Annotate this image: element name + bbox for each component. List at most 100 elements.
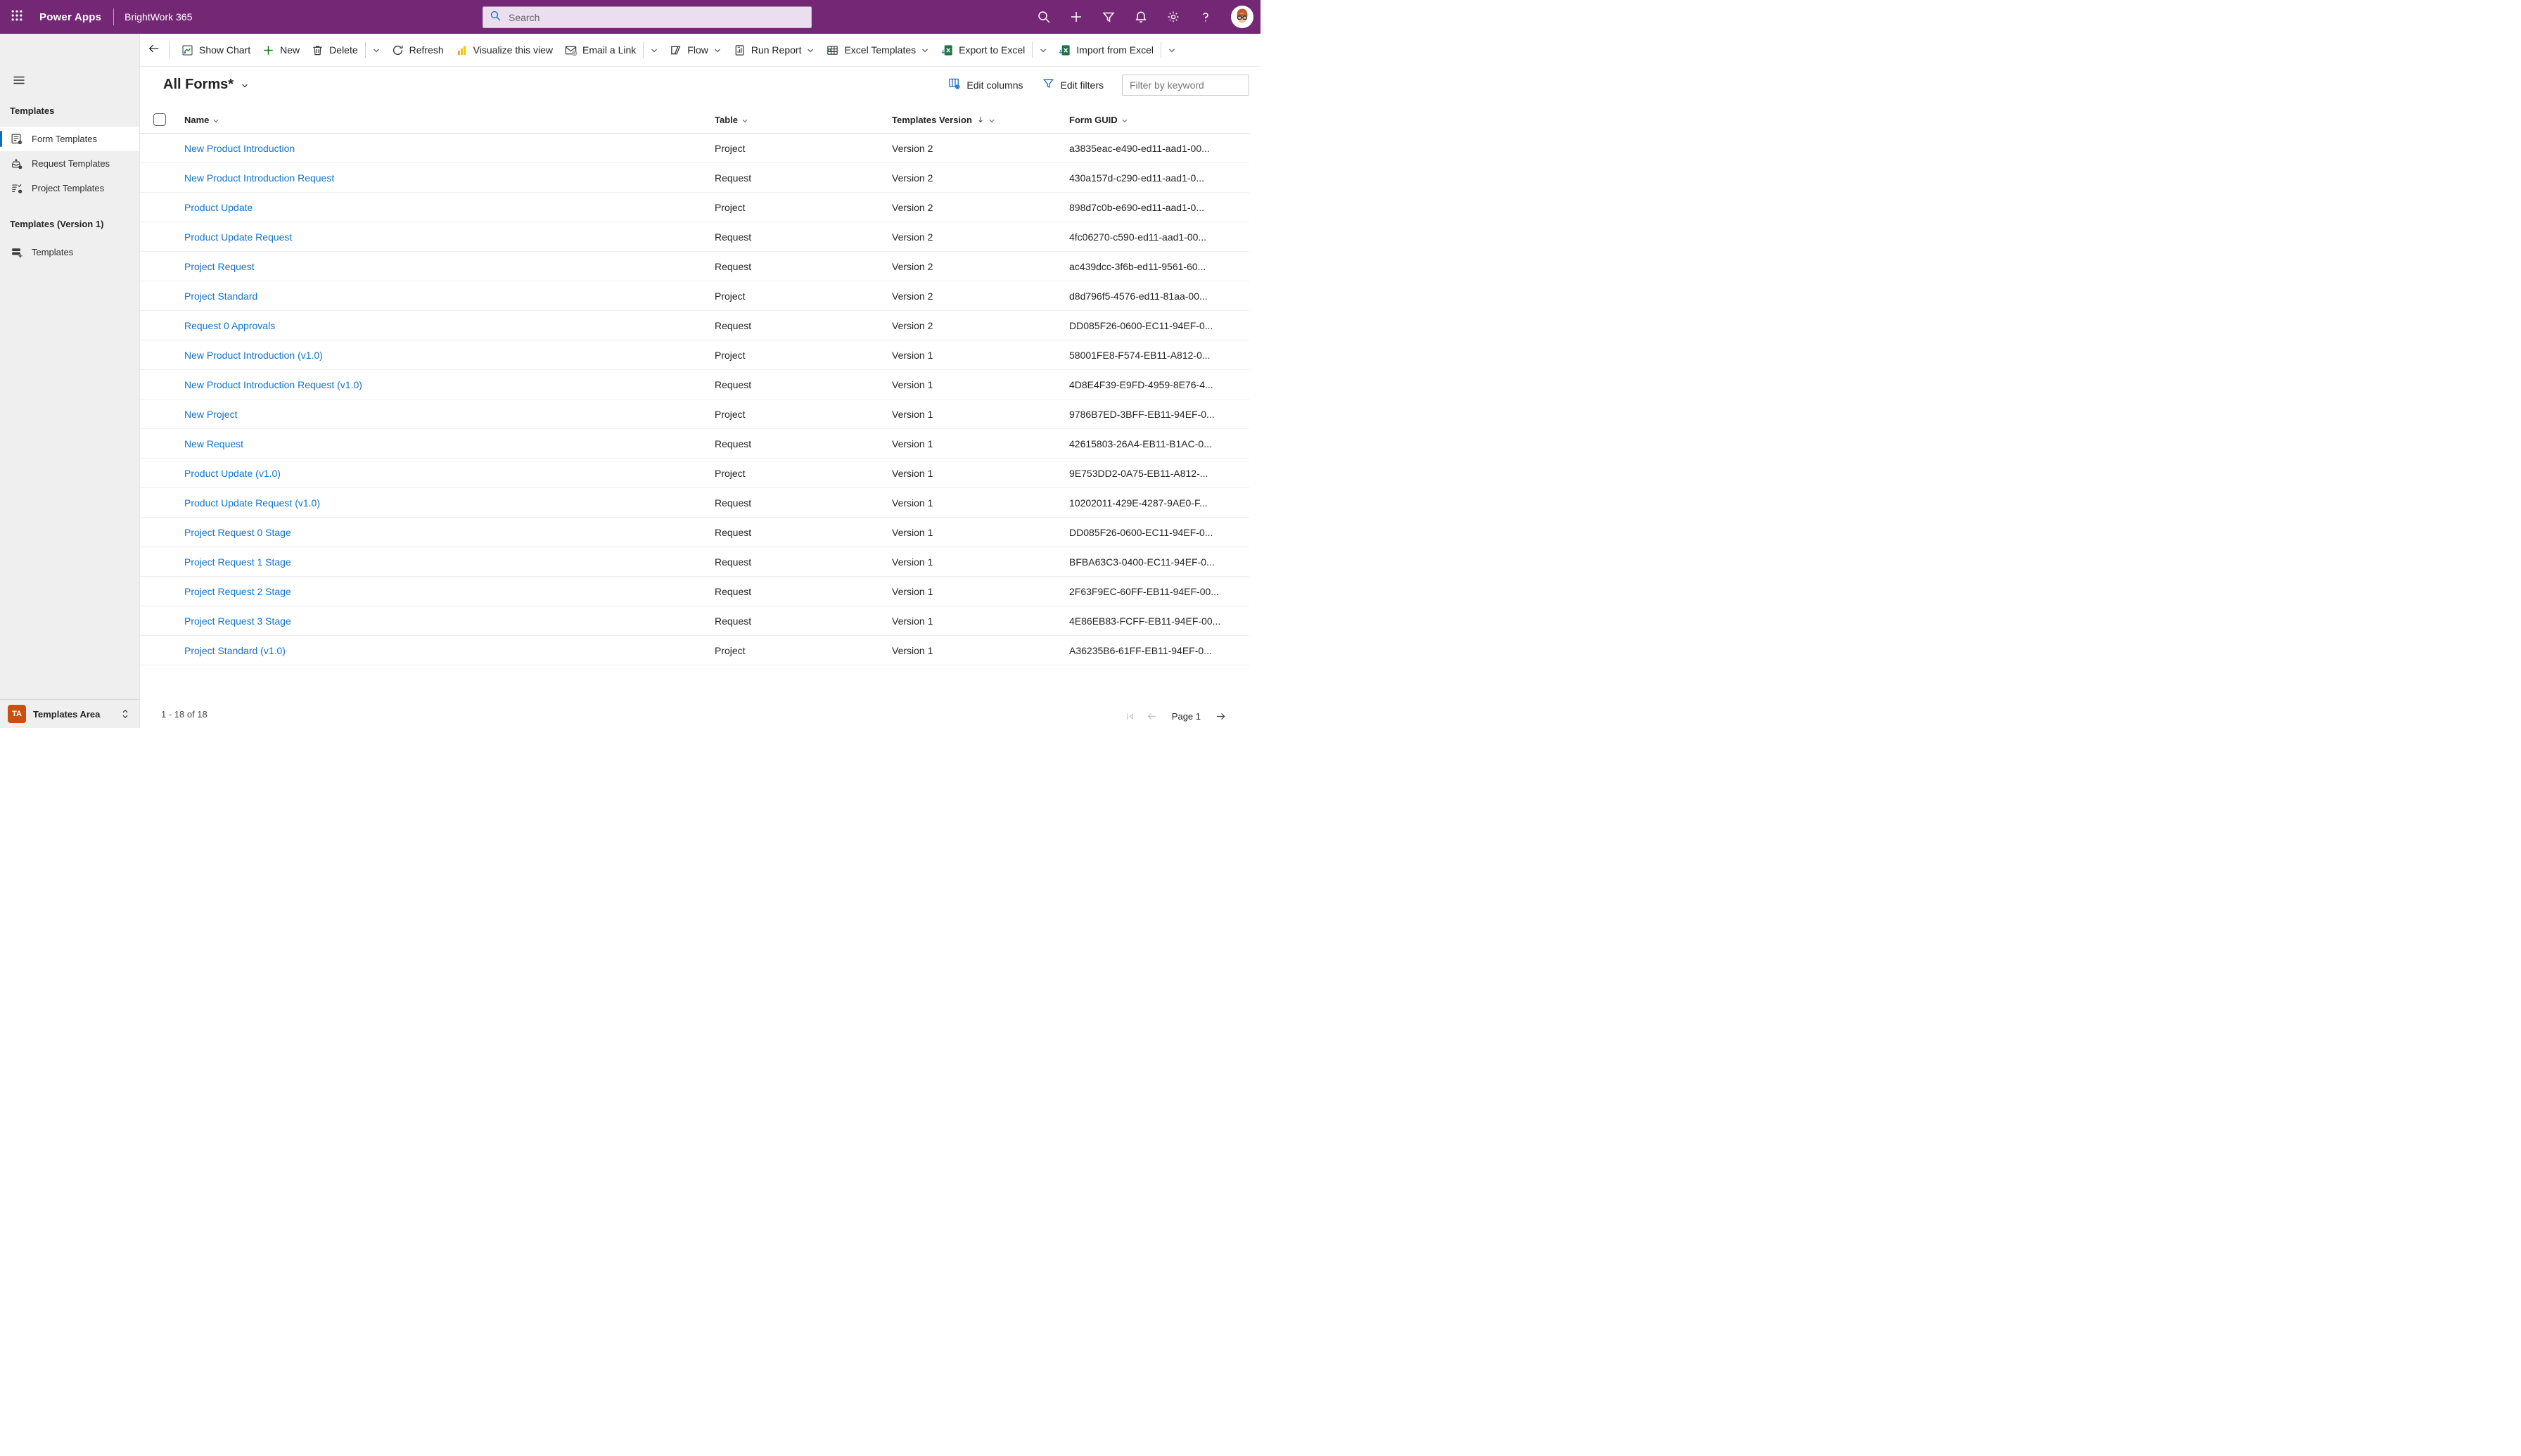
column-header-form-guid[interactable]: Form GUID	[1069, 106, 1128, 134]
sidebar-item-form-templates[interactable]: Form Templates	[0, 127, 139, 151]
row-version-value: Version 1	[892, 636, 933, 665]
toolbar-button-flow[interactable]: Flow	[663, 38, 727, 62]
toolbar-button-import-from-excel[interactable]: Import from Excel	[1052, 38, 1159, 62]
toolbar-button-refresh[interactable]: Refresh	[385, 38, 449, 62]
row-version-value: Version 2	[892, 163, 933, 193]
table-row[interactable]: New Request Request Version 1 42615803-2…	[140, 429, 1249, 459]
table-row[interactable]: Request 0 Approvals Request Version 2 DD…	[140, 311, 1249, 340]
row-name-link[interactable]: New Project	[184, 409, 237, 420]
environment-name[interactable]: BrightWork 365	[125, 11, 192, 23]
filter-by-keyword-input[interactable]	[1122, 75, 1249, 96]
row-name-link[interactable]: New Product Introduction	[184, 143, 295, 154]
column-header-table[interactable]: Table	[715, 106, 748, 134]
avatar-icon	[1231, 19, 1253, 28]
row-guid-value: 9E753DD2-0A75-EB11-A812-...	[1069, 459, 1208, 488]
row-version-value: Version 1	[892, 400, 933, 429]
power-bi-icon	[455, 44, 468, 57]
add-icon[interactable]	[1069, 10, 1083, 24]
toolbar-button-delete-more[interactable]	[367, 38, 385, 62]
row-name-link[interactable]: Product Update	[184, 202, 253, 213]
chevron-down-icon	[921, 46, 929, 54]
table-row[interactable]: Product Update Project Version 2 898d7c0…	[140, 193, 1249, 222]
table-row[interactable]: Project Request 2 Stage Request Version …	[140, 577, 1249, 606]
area-switcher-chevrons-icon	[120, 708, 130, 720]
table-row[interactable]: Project Request Request Version 2 ac439d…	[140, 252, 1249, 281]
column-header-templates-version[interactable]: Templates Version	[892, 106, 995, 134]
table-row[interactable]: Project Standard Project Version 2 d8d79…	[140, 281, 1249, 311]
row-name-link[interactable]: Product Update (v1.0)	[184, 468, 281, 479]
settings-icon[interactable]	[1166, 10, 1180, 24]
refresh-icon	[391, 44, 404, 57]
hamburger-menu-button[interactable]	[12, 73, 26, 87]
row-name-link[interactable]: Product Update Request	[184, 231, 292, 243]
row-name-link[interactable]: New Product Introduction (v1.0)	[184, 350, 323, 361]
table-row[interactable]: New Product Introduction (v1.0) Project …	[140, 340, 1249, 370]
toolbar-button-email-a-link-more[interactable]	[645, 38, 663, 62]
row-name-link[interactable]: New Product Introduction Request (v1.0)	[184, 379, 362, 390]
table-row[interactable]: Project Request 3 Stage Request Version …	[140, 606, 1249, 636]
toolbar-button-export-to-excel-more[interactable]	[1034, 38, 1052, 62]
toolbar-button-excel-templates[interactable]: Excel Templates	[820, 38, 935, 62]
row-name-link[interactable]: Product Update Request (v1.0)	[184, 497, 320, 509]
sidebar-item-request-templates[interactable]: Request Templates	[0, 151, 139, 176]
select-all-checkbox[interactable]	[153, 113, 166, 126]
table-row[interactable]: Product Update Request Request Version 2…	[140, 222, 1249, 252]
toolbar-button-delete[interactable]: Delete	[305, 38, 363, 62]
first-page-button[interactable]	[1124, 710, 1136, 722]
row-name-link[interactable]: Request 0 Approvals	[184, 320, 275, 331]
table-row[interactable]: Project Standard (v1.0) Project Version …	[140, 636, 1249, 665]
toolbar-button-email-a-link[interactable]: Email a Link	[559, 38, 642, 62]
sidebar-item-project-templates[interactable]: Project Templates	[0, 176, 139, 200]
table-row[interactable]: Project Request 1 Stage Request Version …	[140, 547, 1249, 577]
row-name-link[interactable]: Project Request 1 Stage	[184, 556, 291, 568]
table-row[interactable]: Product Update (v1.0) Project Version 1 …	[140, 459, 1249, 488]
global-search-input[interactable]	[509, 12, 805, 23]
row-name-link[interactable]: Project Standard	[184, 290, 257, 302]
edit-filters-button[interactable]: Edit filters	[1042, 77, 1104, 94]
row-name-link[interactable]: New Product Introduction Request	[184, 172, 334, 184]
row-version-value: Version 1	[892, 518, 933, 547]
global-search-box[interactable]	[483, 6, 812, 28]
chevron-down-icon	[650, 46, 658, 54]
back-button[interactable]	[145, 39, 163, 60]
row-table-value: Request	[715, 606, 751, 636]
table-row[interactable]: Project Request 0 Stage Request Version …	[140, 518, 1249, 547]
column-header-name[interactable]: Name	[184, 106, 219, 134]
toolbar-divider	[1032, 42, 1033, 58]
row-name-link[interactable]: Project Request	[184, 261, 255, 272]
next-page-button[interactable]	[1215, 710, 1227, 722]
hamburger-icon	[12, 78, 26, 90]
table-row[interactable]: New Project Project Version 1 9786B7ED-3…	[140, 400, 1249, 429]
table-row[interactable]: Product Update Request (v1.0) Request Ve…	[140, 488, 1249, 518]
filter-icon[interactable]	[1102, 10, 1116, 24]
row-name-link[interactable]: Project Standard (v1.0)	[184, 645, 286, 656]
toolbar-button-show-chart[interactable]: Show Chart	[175, 38, 256, 62]
app-launcher-button[interactable]	[0, 0, 34, 34]
row-name-link[interactable]: New Request	[184, 438, 243, 449]
edit-columns-button[interactable]: Edit columns	[947, 77, 1023, 94]
row-name-link[interactable]: Project Request 3 Stage	[184, 615, 291, 627]
table-row[interactable]: New Product Introduction Request (v1.0) …	[140, 370, 1249, 400]
sort-descending-icon	[976, 115, 985, 124]
table-row[interactable]: New Product Introduction Request Request…	[140, 163, 1249, 193]
row-name-link[interactable]: Project Request 0 Stage	[184, 527, 291, 538]
toolbar-button-import-from-excel-more[interactable]	[1163, 38, 1181, 62]
toolbar-button-run-report[interactable]: Run Report	[727, 38, 821, 62]
sidebar-item-templates[interactable]: Templates	[0, 240, 139, 264]
user-avatar[interactable]	[1231, 6, 1253, 28]
row-name-link[interactable]: Project Request 2 Stage	[184, 586, 291, 597]
view-header: All Forms* Edit columns Edit filters	[140, 67, 1260, 106]
toolbar-button-export-to-excel[interactable]: Export to Excel	[935, 38, 1030, 62]
toolbar-button-new[interactable]: New	[256, 38, 305, 62]
row-guid-value: 898d7c0b-e690-ed11-aad1-0...	[1069, 193, 1204, 222]
previous-page-button[interactable]	[1146, 710, 1158, 722]
toolbar-button-visualize-this-view[interactable]: Visualize this view	[449, 38, 559, 62]
area-switcher[interactable]: TA Templates Area	[0, 699, 139, 728]
notifications-icon[interactable]	[1134, 10, 1148, 24]
view-selector[interactable]: All Forms*	[163, 77, 249, 93]
search-icon	[490, 10, 502, 25]
search-icon[interactable]	[1037, 10, 1051, 24]
help-icon[interactable]	[1199, 10, 1213, 24]
excel-icon	[940, 44, 954, 57]
table-row[interactable]: New Product Introduction Project Version…	[140, 134, 1249, 163]
